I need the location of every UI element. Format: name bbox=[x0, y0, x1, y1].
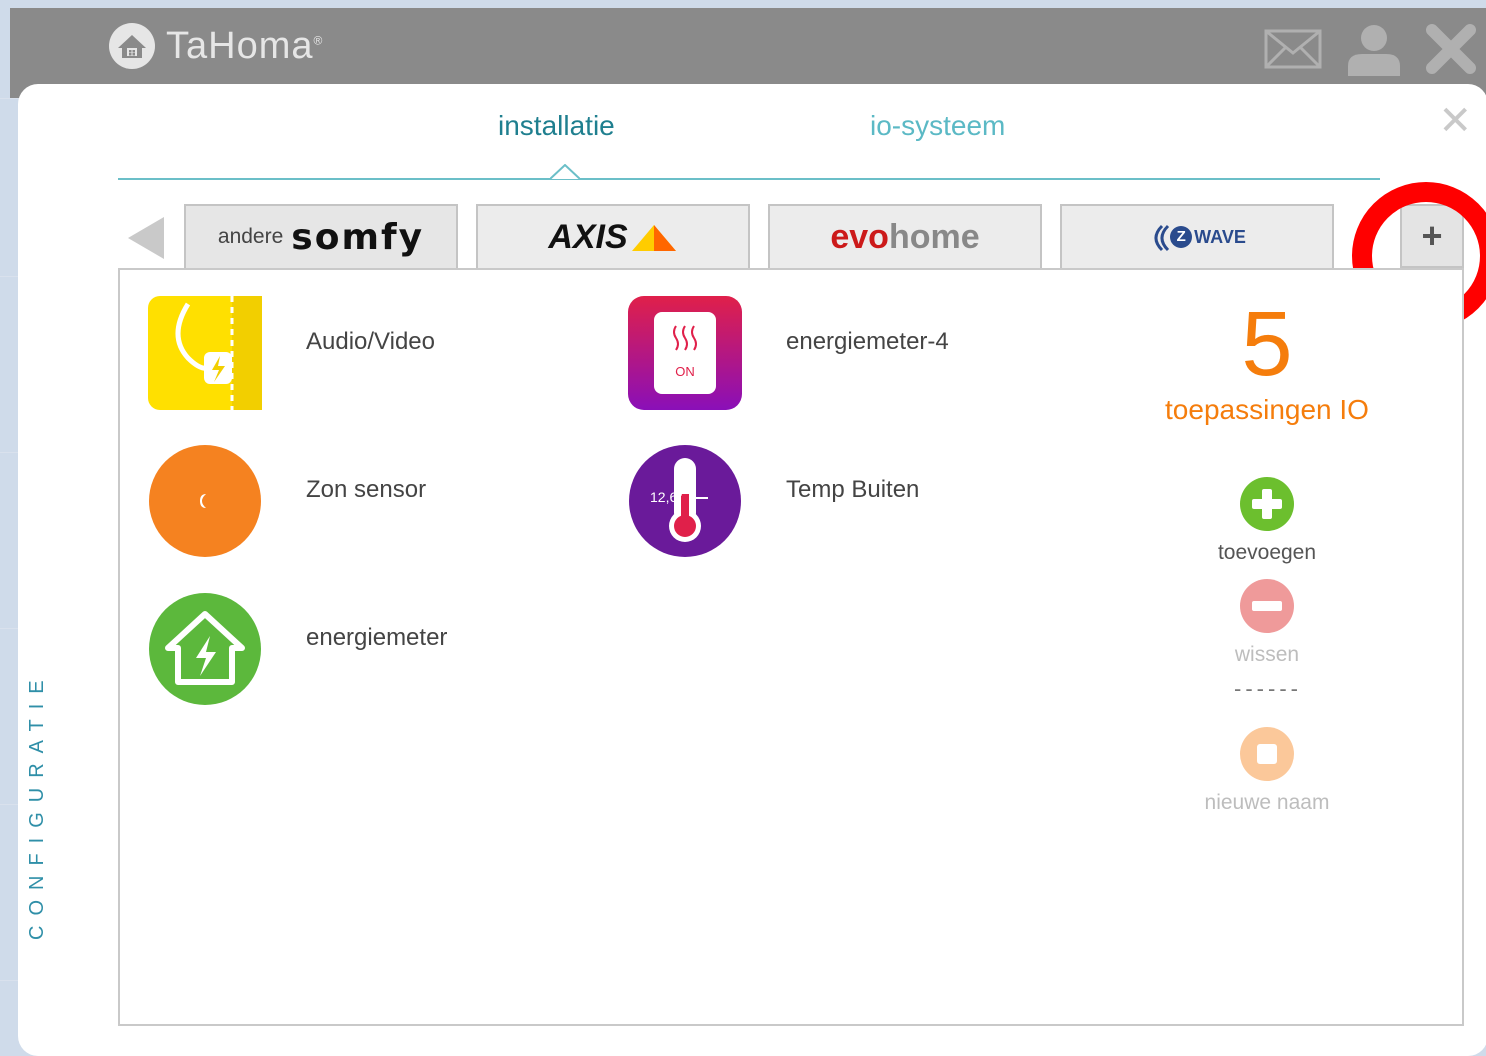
mail-icon[interactable] bbox=[1264, 29, 1322, 69]
zwave-z-badge: Z bbox=[1170, 226, 1193, 248]
thermometer-value-text: 12,6° bbox=[650, 489, 683, 505]
tab-underline bbox=[118, 178, 1380, 180]
heater-on-icon: ON bbox=[628, 296, 742, 410]
device-item[interactable]: Audio/Video bbox=[148, 296, 435, 410]
brand-axis-logo: AXIS bbox=[548, 217, 628, 256]
configuration-panel: installatie io-systeem ✕ andere somfy AX… bbox=[18, 84, 1486, 1056]
add-device-label: toevoegen bbox=[1217, 541, 1317, 564]
rename-device-button[interactable]: nieuwe naam bbox=[1186, 726, 1348, 815]
brand-somfy-prefix: andere bbox=[217, 225, 284, 248]
device-label: Audio/Video bbox=[306, 328, 435, 355]
panel-close-icon[interactable]: ✕ bbox=[1438, 98, 1472, 144]
device-item[interactable]: ON energiemeter-4 bbox=[628, 296, 949, 410]
brand-tab-axis[interactable]: AXIS bbox=[476, 204, 750, 268]
brand-zwave-logo: WAVE bbox=[1194, 226, 1246, 247]
device-label: energiemeter bbox=[306, 624, 448, 651]
brand-tab-somfy[interactable]: andere somfy bbox=[184, 204, 458, 268]
delete-device-label: wissen bbox=[1234, 643, 1300, 666]
close-icon[interactable] bbox=[1426, 24, 1476, 74]
remove-circle-icon bbox=[1240, 579, 1294, 633]
add-circle-icon bbox=[1240, 477, 1294, 531]
home-icon bbox=[109, 23, 155, 69]
house-energy-icon bbox=[149, 593, 261, 705]
active-tab-caret-icon bbox=[550, 164, 580, 180]
thermometer-icon: 12,6° bbox=[629, 445, 741, 557]
device-label: Temp Buiten bbox=[786, 476, 920, 503]
brand-tab-zwave[interactable]: Z WAVE bbox=[1060, 204, 1334, 268]
device-item[interactable]: energiemeter bbox=[148, 592, 447, 706]
user-icon[interactable] bbox=[1344, 22, 1404, 76]
axis-triangle-icon bbox=[631, 225, 676, 251]
brand-tab-evohome[interactable]: evohome bbox=[768, 204, 1042, 268]
device-label: energiemeter-4 bbox=[786, 328, 949, 355]
app-title: TaHoma® bbox=[166, 24, 324, 67]
sun-sensor-icon bbox=[149, 445, 261, 557]
tab-bar: installatie io-systeem bbox=[18, 84, 1486, 184]
device-item[interactable]: 12,6° Temp Buiten bbox=[628, 444, 919, 558]
tab-installatie[interactable]: installatie bbox=[498, 110, 615, 142]
brand-scroll-left-icon[interactable] bbox=[128, 217, 166, 259]
application-count-value: 5 bbox=[1241, 293, 1293, 395]
add-brand-button[interactable]: + bbox=[1400, 204, 1464, 268]
add-device-button[interactable]: toevoegen bbox=[1186, 476, 1348, 565]
action-divider: ------ bbox=[1234, 676, 1302, 701]
heater-on-text: ON bbox=[675, 364, 695, 379]
plug-icon bbox=[148, 296, 262, 410]
tab-io-systeem[interactable]: io-systeem bbox=[870, 110, 1005, 142]
brand-somfy-logo: somfy bbox=[291, 216, 425, 258]
delete-device-button[interactable]: wissen bbox=[1186, 578, 1348, 667]
app-logo: TaHoma® bbox=[108, 22, 323, 70]
rename-device-label: nieuwe naam bbox=[1204, 791, 1330, 814]
application-count: 5 toepassingen IO bbox=[1136, 298, 1398, 426]
device-label: Zon sensor bbox=[306, 476, 427, 503]
stop-circle-icon bbox=[1240, 727, 1294, 781]
device-item[interactable]: Zon sensor bbox=[148, 444, 426, 558]
configuration-side-label: CONFIGURATIE bbox=[26, 670, 48, 940]
brand-evohome-logo: evohome bbox=[830, 217, 980, 256]
application-count-label: toepassingen IO bbox=[1165, 394, 1369, 425]
